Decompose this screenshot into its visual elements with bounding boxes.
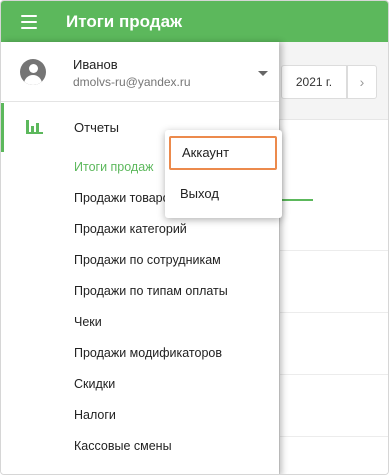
- nav-item-category-sales[interactable]: Продажи категорий: [1, 214, 279, 245]
- nav-item-payment-type-sales[interactable]: Продажи по типам оплаты: [1, 276, 279, 307]
- report-card: [279, 119, 388, 474]
- navigation-drawer: Иванов dmolvs-ru@yandex.ru Отчеты Итоги …: [1, 42, 282, 474]
- user-email: dmolvs-ru@yandex.ru: [73, 75, 191, 89]
- page-title: Итоги продаж: [66, 11, 183, 31]
- nav-item-receipts[interactable]: Чеки: [1, 307, 279, 338]
- user-name: Иванов: [73, 57, 118, 72]
- table-divider: [280, 250, 388, 251]
- table-divider: [280, 312, 388, 313]
- nav-item-employee-sales[interactable]: Продажи по сотрудникам: [1, 245, 279, 276]
- app-frame: Итоги продаж 2021 г. › Иванов dmolvs-ru@…: [0, 0, 389, 475]
- nav-item-shifts[interactable]: Кассовые смены: [1, 431, 279, 462]
- nav-item-discounts[interactable]: Скидки: [1, 369, 279, 400]
- app-bar: Итоги продаж: [1, 1, 388, 42]
- table-divider: [280, 436, 388, 437]
- menu-item-account[interactable]: Аккаунт: [169, 136, 277, 170]
- bar-chart-icon: [26, 120, 43, 134]
- menu-item-logout[interactable]: Выход: [165, 178, 282, 210]
- date-range-button[interactable]: 2021 г.: [281, 65, 347, 99]
- next-period-button[interactable]: ›: [347, 65, 377, 99]
- chevron-down-icon[interactable]: [258, 71, 268, 76]
- sidebar-section-label: Отчеты: [74, 120, 119, 135]
- account-dropdown-menu: Аккаунт Выход: [165, 130, 282, 218]
- nav-item-modifier-sales[interactable]: Продажи модификаторов: [1, 338, 279, 369]
- table-divider: [280, 374, 388, 375]
- active-tab-indicator: [280, 199, 313, 201]
- account-circle-icon: [20, 59, 46, 85]
- nav-item-taxes[interactable]: Налоги: [1, 400, 279, 431]
- hamburger-menu-icon[interactable]: [21, 11, 43, 33]
- user-account-header[interactable]: Иванов dmolvs-ru@yandex.ru: [1, 42, 279, 102]
